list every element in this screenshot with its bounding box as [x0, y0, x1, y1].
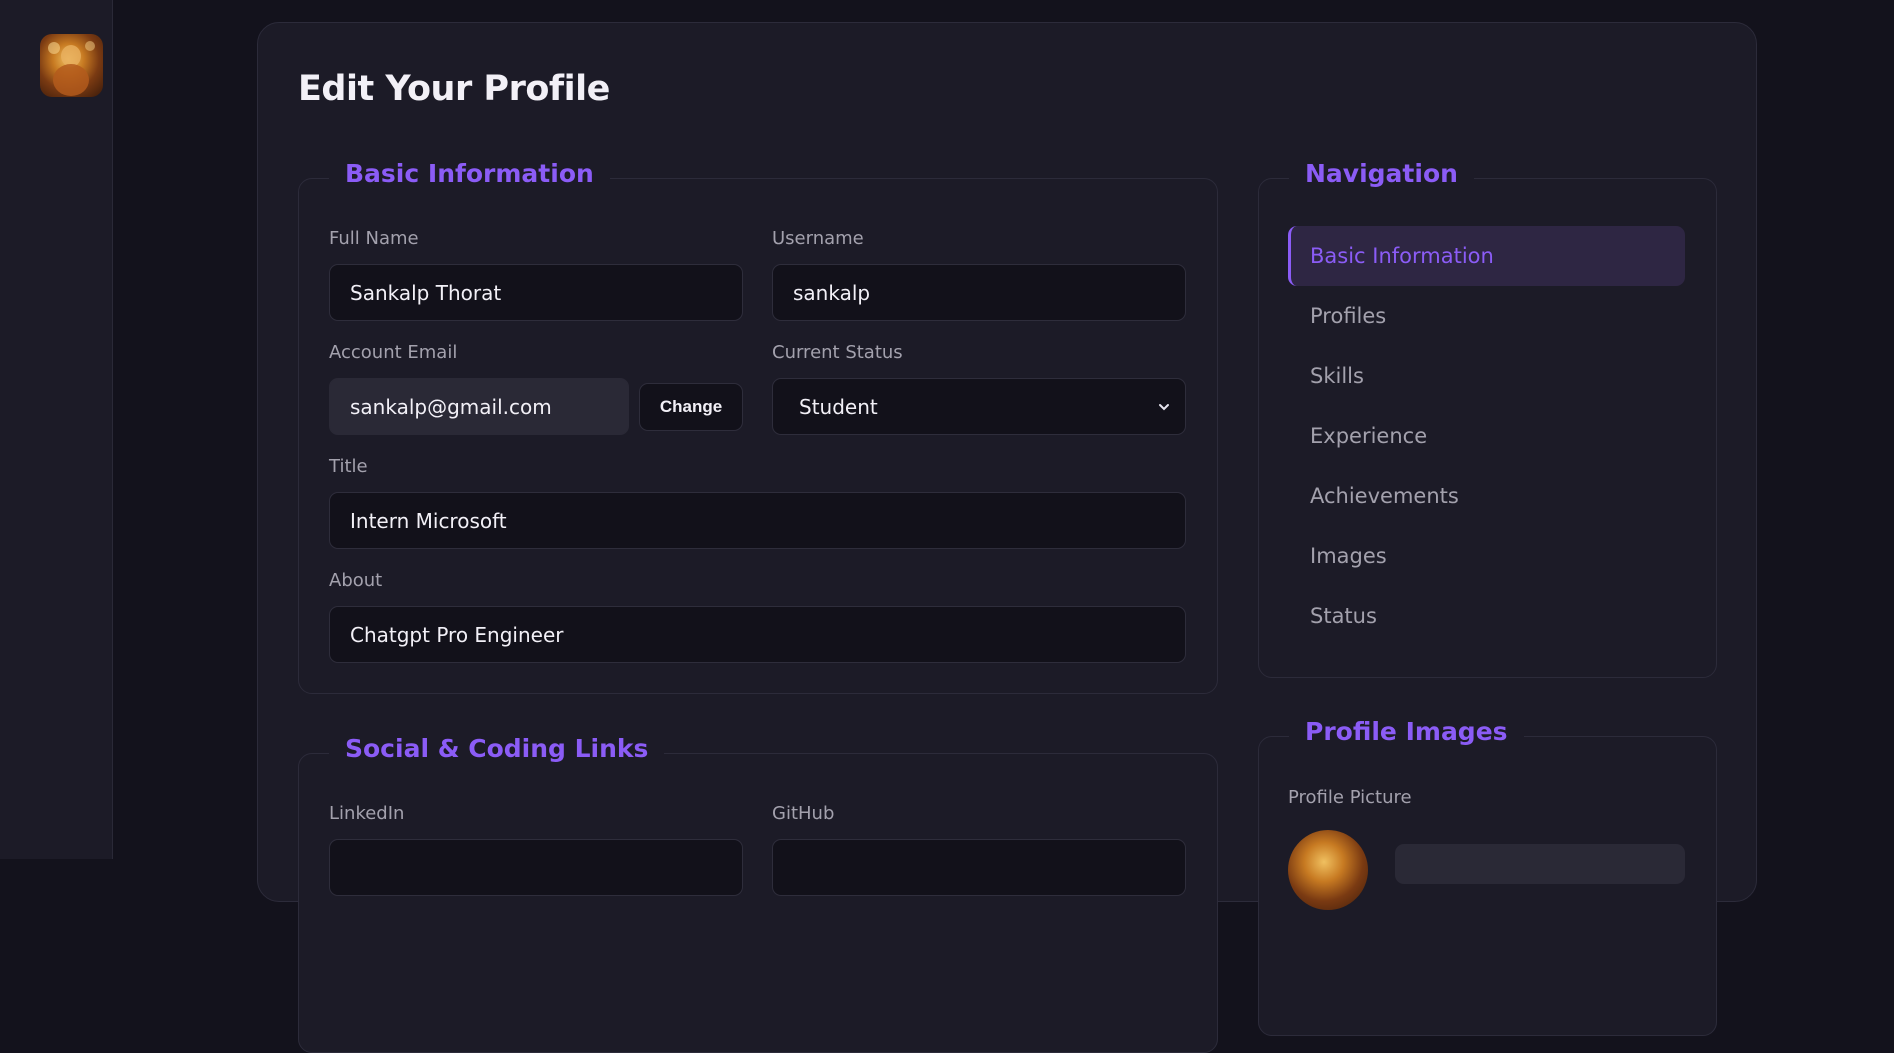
navigation-legend: Navigation [1289, 159, 1474, 188]
profile-editor-card: Edit Your Profile Basic Information Full… [257, 22, 1757, 1053]
nav-item-images[interactable]: Images [1288, 526, 1685, 586]
nav-item-status[interactable]: Status [1288, 586, 1685, 646]
full-name-input[interactable] [329, 264, 743, 321]
about-input[interactable] [329, 606, 1186, 663]
github-label: GitHub [772, 803, 835, 824]
current-status-value: Student [799, 394, 878, 419]
nav-item-label: Basic Information [1310, 244, 1494, 268]
social-links-panel: Social & Coding Links LinkedIn GitHub [298, 734, 1218, 1053]
profile-picture-thumbnail[interactable] [1288, 830, 1368, 910]
linkedin-label: LinkedIn [329, 803, 405, 824]
nav-item-basic-information[interactable]: Basic Information [1288, 226, 1685, 286]
chevron-down-icon [1159, 403, 1169, 410]
navigation-panel: Navigation Basic Information Profiles Sk… [1258, 159, 1717, 678]
linkedin-input[interactable] [329, 839, 743, 896]
page-title: Edit Your Profile [298, 69, 610, 109]
user-avatar[interactable] [40, 34, 103, 97]
title-label: Title [329, 456, 368, 477]
nav-item-label: Status [1310, 604, 1377, 628]
profile-images-legend: Profile Images [1289, 717, 1524, 746]
nav-item-achievements[interactable]: Achievements [1288, 466, 1685, 526]
basic-information-legend: Basic Information [329, 159, 610, 188]
current-status-select[interactable]: Student [772, 378, 1186, 435]
github-input[interactable] [772, 839, 1186, 896]
nav-item-label: Achievements [1310, 484, 1459, 508]
profile-picture-upload-field[interactable] [1395, 844, 1685, 884]
about-label: About [329, 570, 383, 591]
profile-picture-label: Profile Picture [1288, 787, 1412, 808]
basic-information-panel: Basic Information Full Name Username Acc… [298, 159, 1218, 694]
change-email-button[interactable]: Change [639, 383, 743, 431]
title-input[interactable] [329, 492, 1186, 549]
username-input[interactable] [772, 264, 1186, 321]
full-name-label: Full Name [329, 228, 419, 249]
nav-item-label: Skills [1310, 364, 1364, 388]
nav-item-label: Experience [1310, 424, 1428, 448]
nav-item-label: Images [1310, 544, 1387, 568]
nav-item-experience[interactable]: Experience [1288, 406, 1685, 466]
nav-item-profiles[interactable]: Profiles [1288, 286, 1685, 346]
avatar-image-icon [48, 41, 95, 96]
social-links-legend: Social & Coding Links [329, 734, 665, 763]
left-sidebar [0, 0, 113, 859]
account-email-label: Account Email [329, 342, 458, 363]
username-label: Username [772, 228, 864, 249]
current-status-label: Current Status [772, 342, 903, 363]
nav-item-label: Profiles [1310, 304, 1387, 328]
account-email-input[interactable] [329, 378, 629, 435]
profile-images-panel: Profile Images Profile Picture [1258, 717, 1717, 1036]
nav-item-skills[interactable]: Skills [1288, 346, 1685, 406]
